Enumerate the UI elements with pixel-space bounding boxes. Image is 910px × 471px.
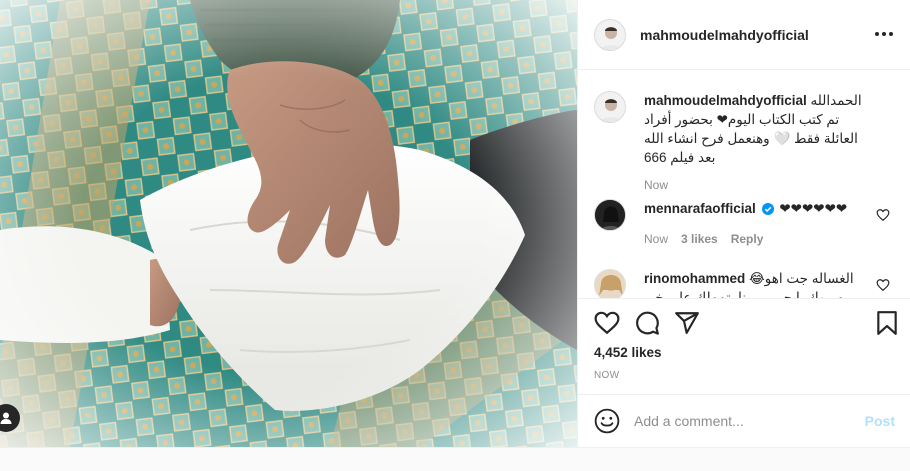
- actions-divider: [578, 298, 910, 299]
- instagram-post: mahmoudelmahdyofficial mahmoudelmahdyoff…: [0, 0, 910, 447]
- post-photo-illustration: [0, 0, 577, 447]
- bookmark-icon[interactable]: [874, 310, 900, 336]
- comment-likes[interactable]: 3 likes: [681, 230, 718, 249]
- reply-button[interactable]: Reply: [731, 230, 764, 249]
- caption-time[interactable]: Now: [644, 176, 668, 195]
- post-photo[interactable]: [0, 0, 577, 447]
- comment-like-heart-icon[interactable]: [876, 278, 890, 292]
- comment-icon[interactable]: [634, 310, 660, 336]
- commenter-username[interactable]: mennarafaofficial: [644, 201, 756, 216]
- comments-list[interactable]: mahmoudelmahdyofficial الحمدالله تم كتب …: [578, 71, 910, 298]
- post-timestamp[interactable]: NOW: [594, 370, 619, 381]
- emoji-icon[interactable]: [594, 408, 620, 434]
- author-username[interactable]: mahmoudelmahdyofficial: [640, 27, 809, 43]
- more-horizontal-icon[interactable]: [872, 24, 896, 44]
- add-comment-bar: Post: [578, 394, 910, 447]
- share-icon[interactable]: [674, 310, 700, 336]
- add-comment-input[interactable]: [634, 413, 857, 429]
- page-footer-strip: [0, 447, 910, 471]
- likes-count[interactable]: 4,452 likes: [594, 345, 662, 360]
- commenter-username[interactable]: rinomohammed: [644, 271, 745, 286]
- post-side-panel: mahmoudelmahdyofficial mahmoudelmahdyoff…: [577, 0, 910, 447]
- caption-username[interactable]: mahmoudelmahdyofficial: [644, 93, 807, 108]
- author-avatar[interactable]: [594, 18, 626, 51]
- comment-time[interactable]: Now: [644, 230, 668, 249]
- verified-badge-icon: [761, 201, 774, 220]
- comment-text: ❤❤❤❤❤❤: [779, 201, 848, 216]
- post-header: mahmoudelmahdyofficial: [578, 0, 910, 70]
- heart-icon[interactable]: [594, 310, 620, 336]
- action-bar: [594, 310, 900, 338]
- comment-like-heart-icon[interactable]: [876, 208, 890, 222]
- caption-avatar[interactable]: [594, 91, 626, 123]
- commenter-avatar[interactable]: [594, 199, 626, 231]
- commenter-avatar[interactable]: [594, 269, 626, 298]
- post-comment-button[interactable]: Post: [865, 413, 895, 429]
